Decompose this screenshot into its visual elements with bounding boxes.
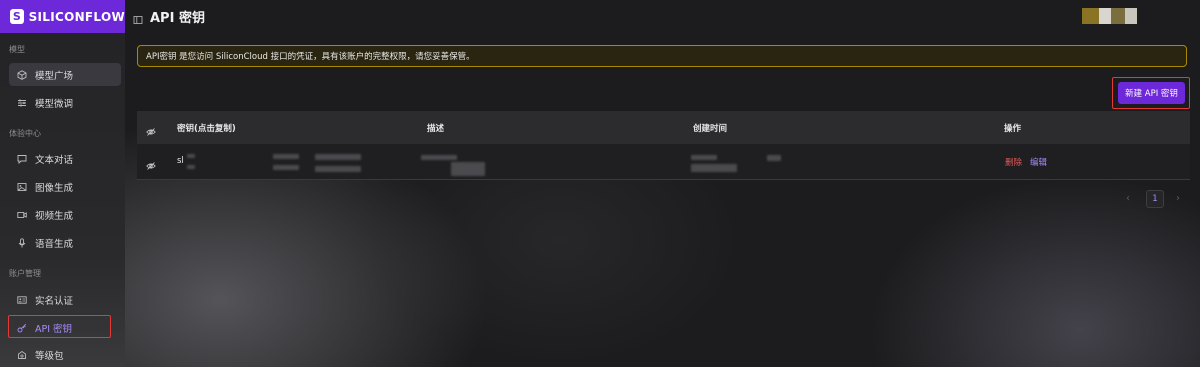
column-header-actions: 操作 bbox=[1004, 124, 1022, 134]
package-icon bbox=[17, 350, 27, 360]
video-icon bbox=[17, 210, 27, 220]
sidebar-item-model-square[interactable]: 模型广场 bbox=[9, 63, 121, 86]
sidebar-item-label: 等级包 bbox=[35, 350, 64, 362]
notice-text: API密钥 是您访问 SiliconCloud 接口的凭证，具有该账户的完整权限… bbox=[146, 52, 475, 62]
sidebar-item-video-gen[interactable]: 视频生成 bbox=[9, 203, 121, 226]
brand-header[interactable]: S SILICONFLOW bbox=[0, 0, 125, 33]
notice-banner: API密钥 是您访问 SiliconCloud 接口的凭证，具有该账户的完整权限… bbox=[137, 45, 1187, 67]
sidebar-item-label: 视频生成 bbox=[35, 210, 74, 222]
sidebar-item-label: 实名认证 bbox=[35, 295, 74, 307]
brand-name: SILICONFLOW bbox=[28, 9, 125, 24]
sliders-icon bbox=[17, 98, 27, 108]
brand-logo-icon: S bbox=[10, 9, 24, 24]
redacted-key bbox=[273, 165, 299, 170]
sidebar-item-text-chat[interactable]: 文本对话 bbox=[9, 147, 121, 170]
sidebar-item-label: 图像生成 bbox=[35, 182, 74, 194]
cube-icon bbox=[17, 69, 27, 80]
chat-icon bbox=[17, 154, 27, 164]
mic-icon bbox=[17, 237, 27, 248]
redacted-description bbox=[421, 155, 457, 160]
pagination-page-1[interactable]: 1 bbox=[1146, 190, 1164, 208]
sidebar-item-label: 语音生成 bbox=[35, 238, 74, 250]
redacted-created-time bbox=[691, 164, 737, 172]
redacted-key bbox=[187, 154, 195, 158]
eye-off-icon[interactable] bbox=[146, 122, 156, 136]
eye-off-icon[interactable] bbox=[146, 156, 156, 170]
pagination-next-button[interactable]: › bbox=[1176, 193, 1180, 204]
sidebar: S SILICONFLOW 模型 模型广场 模型微调 体验中心 文本对话 图像生… bbox=[0, 0, 125, 367]
sidebar-item-label: 模型微调 bbox=[35, 98, 74, 110]
id-card-icon bbox=[17, 295, 27, 305]
edit-key-link[interactable]: 编辑 bbox=[1030, 156, 1047, 168]
pagination-prev-button[interactable]: ‹ bbox=[1126, 193, 1130, 204]
redacted-description bbox=[451, 162, 485, 176]
sidebar-item-image-gen[interactable]: 图像生成 bbox=[9, 175, 121, 198]
image-icon bbox=[17, 182, 27, 192]
column-header-description: 描述 bbox=[427, 124, 445, 134]
sidebar-item-package[interactable]: 等级包 bbox=[9, 343, 121, 366]
sidebar-item-fine-tune[interactable]: 模型微调 bbox=[9, 91, 121, 114]
section-title-models: 模型 bbox=[9, 45, 25, 54]
redacted-key bbox=[187, 165, 195, 169]
redacted-key bbox=[315, 166, 361, 172]
sidebar-item-label: 文本对话 bbox=[35, 154, 74, 166]
redacted-created-time bbox=[691, 155, 717, 160]
delete-key-link[interactable]: 删除 bbox=[1005, 156, 1022, 168]
sidebar-collapse-icon[interactable] bbox=[133, 10, 143, 24]
api-keys-table: 密钥(点击复制) 描述 创建时间 操作 sl 删除 编辑 bbox=[137, 111, 1190, 180]
section-title-experience: 体验中心 bbox=[9, 129, 41, 138]
section-title-account: 账户管理 bbox=[9, 269, 41, 278]
table-header: 密钥(点击复制) 描述 创建时间 操作 bbox=[137, 111, 1190, 144]
user-avatar[interactable] bbox=[1082, 8, 1137, 24]
column-header-created: 创建时间 bbox=[693, 124, 728, 134]
highlight-box-api-keys bbox=[8, 315, 111, 338]
sidebar-item-verification[interactable]: 实名认证 bbox=[9, 288, 121, 311]
redacted-created-time bbox=[767, 155, 781, 161]
api-key-value[interactable]: sl bbox=[177, 156, 184, 166]
page-title: API 密钥 bbox=[150, 11, 205, 26]
redacted-key bbox=[273, 154, 299, 159]
highlight-box-new-key bbox=[1112, 77, 1190, 109]
sidebar-item-voice-gen[interactable]: 语音生成 bbox=[9, 231, 121, 254]
column-header-key: 密钥(点击复制) bbox=[177, 124, 236, 134]
table-row: sl 删除 编辑 bbox=[137, 144, 1190, 180]
sidebar-item-label: 模型广场 bbox=[35, 70, 74, 82]
redacted-key bbox=[315, 154, 361, 160]
